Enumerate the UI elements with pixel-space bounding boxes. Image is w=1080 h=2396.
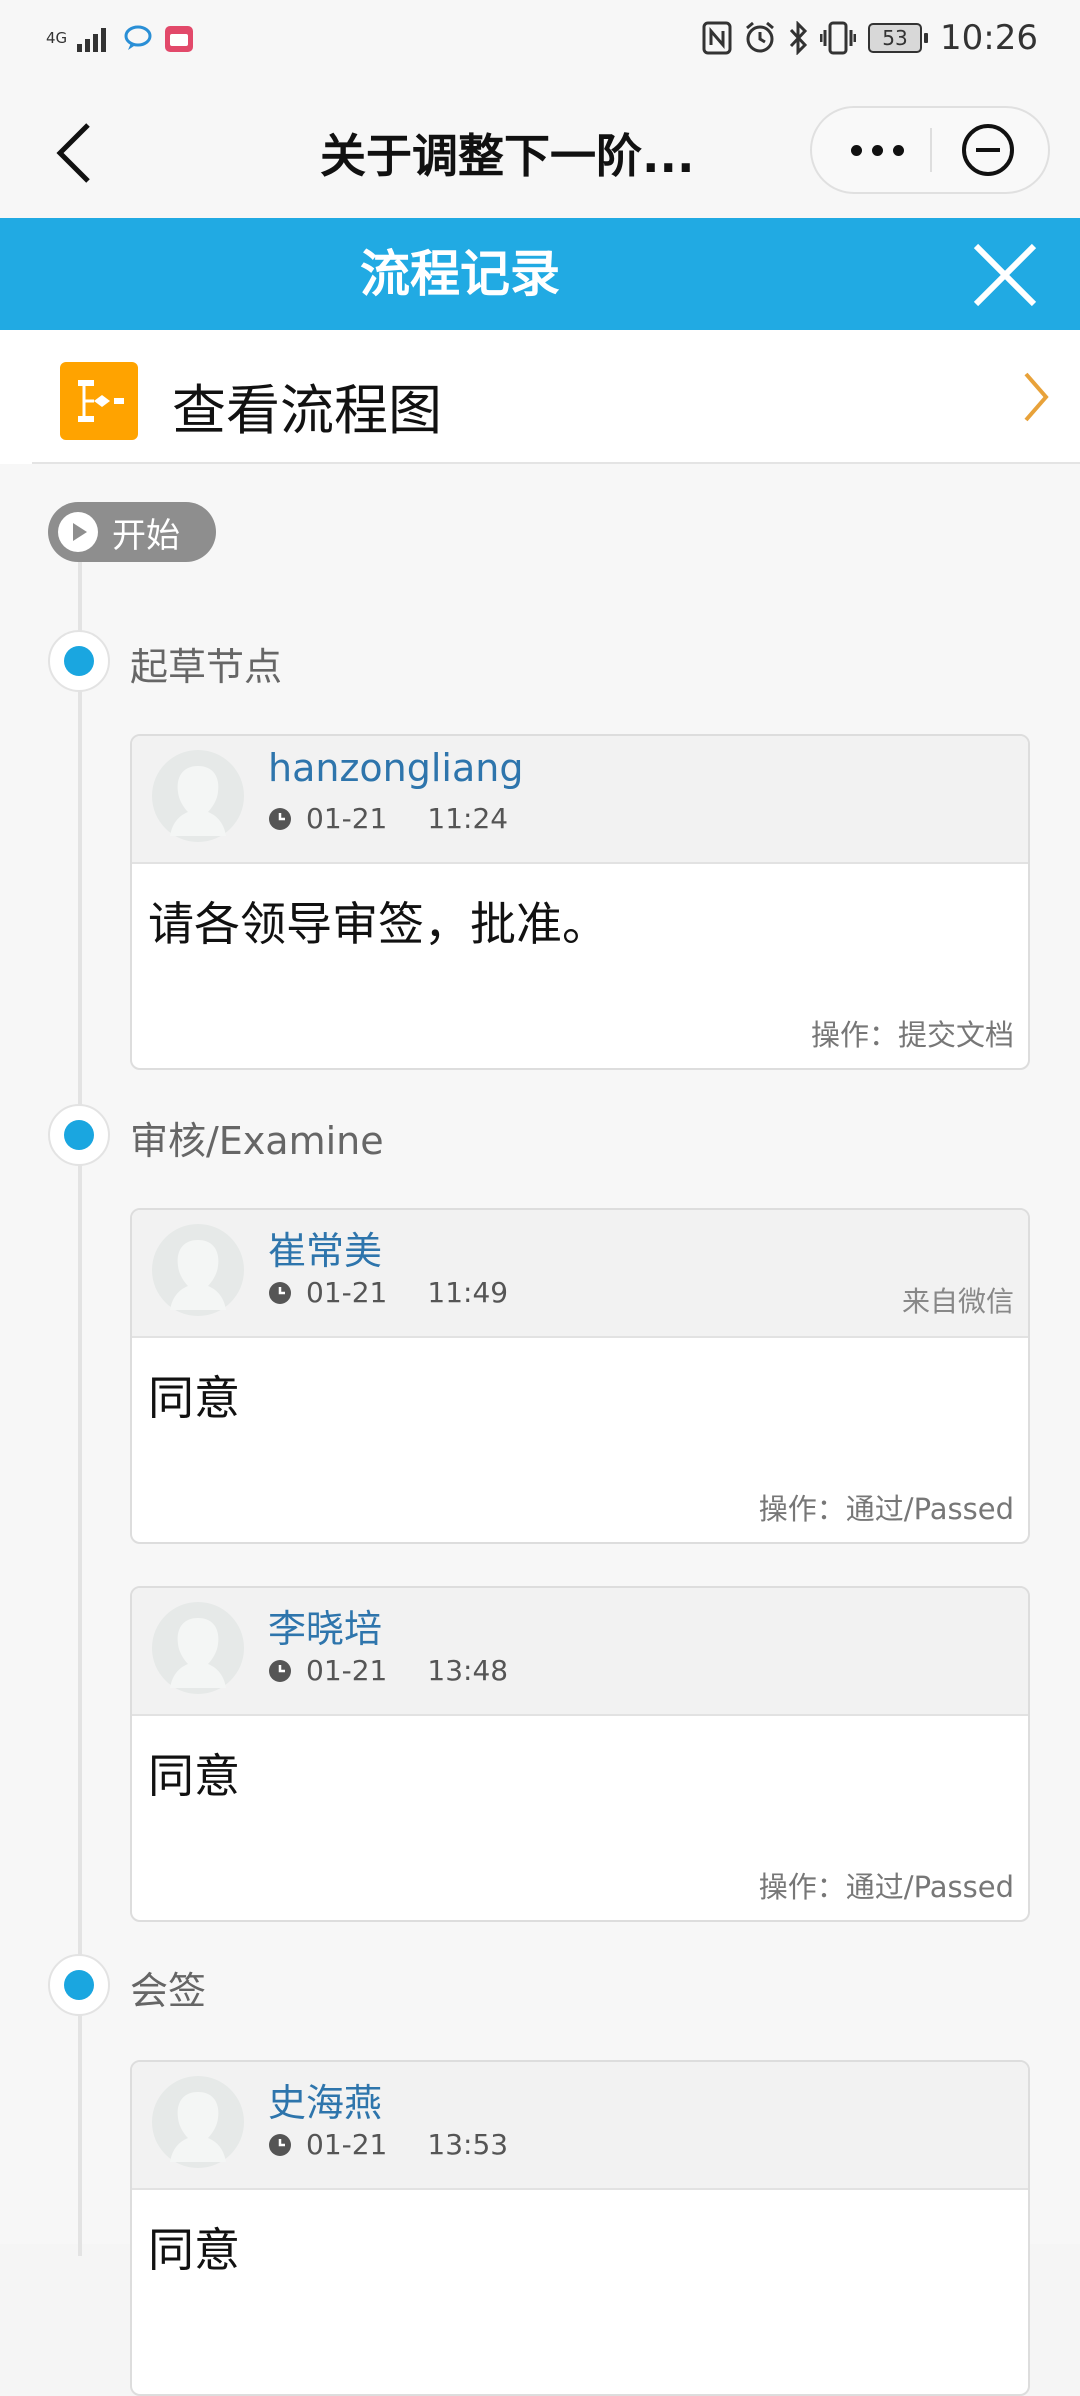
chevron-right-icon [1024, 372, 1049, 422]
chat-bubble-icon [124, 25, 152, 50]
more-button[interactable] [832, 108, 922, 192]
status-bar: 4G 53 10:26 [0, 0, 1080, 84]
timestamp: 01-21 13:53 [268, 2128, 508, 2161]
card-header: hanzongliang 01-21 11:24 [132, 736, 1028, 864]
node-label: 起草节点 [130, 645, 283, 689]
more-icon [850, 144, 862, 156]
record-card: hanzongliang 01-21 11:24 请各领导审签，批准。 操作：提… [130, 734, 1030, 1070]
avatar-placeholder-icon [152, 1602, 244, 1694]
comment-text: 同意 [148, 1371, 240, 1425]
user-name: 史海燕 [268, 2081, 383, 2125]
card-body: 同意 操作：通过/Passed [132, 1338, 1028, 1542]
bluetooth-icon [789, 21, 808, 55]
card-body: 同意 [132, 2190, 1028, 2394]
timeline-node [48, 1104, 110, 1166]
comment-text: 同意 [148, 2223, 240, 2277]
card-body: 请各领导审签，批准。 操作：提交文档 [132, 864, 1028, 1068]
status-left: 4G [46, 22, 195, 54]
card-header: 史海燕 01-21 13:53 [132, 2062, 1028, 2190]
flowchart-icon [60, 362, 138, 440]
node-label: 审核/Examine [130, 1119, 384, 1163]
flow-timeline: 开始 起草节点 hanzongliang 01-21 11:24 请各领导审签，… [0, 464, 1080, 2396]
record-time: 13:48 [427, 1654, 509, 1687]
source-label: 来自微信 [901, 1285, 1014, 1318]
start-label: 开始 [112, 515, 180, 556]
record-date: 01-21 [306, 802, 388, 835]
nfc-icon [702, 21, 732, 55]
clock-icon [269, 807, 291, 830]
user-name: 崔常美 [268, 1229, 383, 1273]
record-card: 史海燕 01-21 13:53 同意 [130, 2060, 1030, 2396]
minimize-icon[interactable] [960, 122, 1016, 178]
record-card: 崔常美 01-21 11:49 来自微信 同意 操作：通过/Passed [130, 1208, 1030, 1544]
battery-level: 53 [868, 23, 923, 53]
comment-text: 同意 [148, 1749, 240, 1803]
record-date: 01-21 [306, 2128, 388, 2161]
clock-time: 10:26 [940, 18, 1038, 58]
status-right: 53 10:26 [702, 18, 1038, 58]
close-icon[interactable] [970, 240, 1040, 310]
timestamp: 01-21 11:24 [268, 802, 508, 835]
card-body: 同意 操作：通过/Passed [132, 1716, 1028, 1920]
flow-record-title: 流程记录 [360, 245, 560, 303]
back-button[interactable] [54, 118, 114, 188]
timestamp: 01-21 13:48 [268, 1654, 508, 1687]
mini-program-capsule [810, 106, 1050, 194]
app-notification-icon [165, 26, 194, 52]
clock-icon [269, 1659, 291, 1682]
play-icon [58, 512, 98, 552]
avatar-placeholder-icon [152, 2076, 244, 2168]
vibrate-icon [820, 21, 857, 55]
record-time: 11:49 [427, 1276, 509, 1309]
nav-bar: 关于调整下一阶... [0, 84, 1080, 218]
operation-label: 操作：提交文档 [810, 1018, 1014, 1052]
avatar-placeholder-icon [152, 750, 244, 842]
comment-text: 请各领导审签，批准。 [148, 897, 608, 951]
card-header: 崔常美 01-21 11:49 来自微信 [132, 1210, 1028, 1338]
record-time: 13:53 [427, 2128, 509, 2161]
battery-indicator: 53 [868, 23, 929, 53]
user-name: hanzongliang [268, 746, 524, 790]
start-badge: 开始 [48, 502, 216, 562]
record-card: 李晓培 01-21 13:48 同意 操作：通过/Passed [130, 1586, 1030, 1922]
clock-icon [269, 2133, 291, 2156]
page-title: 关于调整下一阶... [320, 129, 695, 183]
timeline-node [48, 1954, 110, 2016]
record-time: 11:24 [427, 802, 509, 835]
operation-label: 操作：通过/Passed [758, 1492, 1014, 1526]
network-type: 4G [46, 28, 68, 47]
timestamp: 01-21 11:49 [268, 1276, 508, 1309]
timeline-node [48, 630, 110, 692]
alarm-icon [746, 21, 774, 53]
signal-icon [77, 28, 107, 52]
view-diagram-row[interactable]: 查看流程图 [0, 330, 1080, 464]
user-name: 李晓培 [268, 1607, 383, 1651]
view-diagram-label: 查看流程图 [172, 379, 442, 442]
clock-icon [269, 1281, 291, 1304]
flow-record-header: 流程记录 [0, 218, 1080, 330]
record-date: 01-21 [306, 1654, 388, 1687]
back-arrow-icon [56, 123, 90, 183]
avatar-placeholder-icon [152, 1224, 244, 1316]
node-label: 会签 [130, 1969, 207, 2013]
record-date: 01-21 [306, 1276, 388, 1309]
capsule-divider [930, 128, 932, 172]
card-header: 李晓培 01-21 13:48 [132, 1588, 1028, 1716]
operation-label: 操作：通过/Passed [758, 1870, 1014, 1904]
